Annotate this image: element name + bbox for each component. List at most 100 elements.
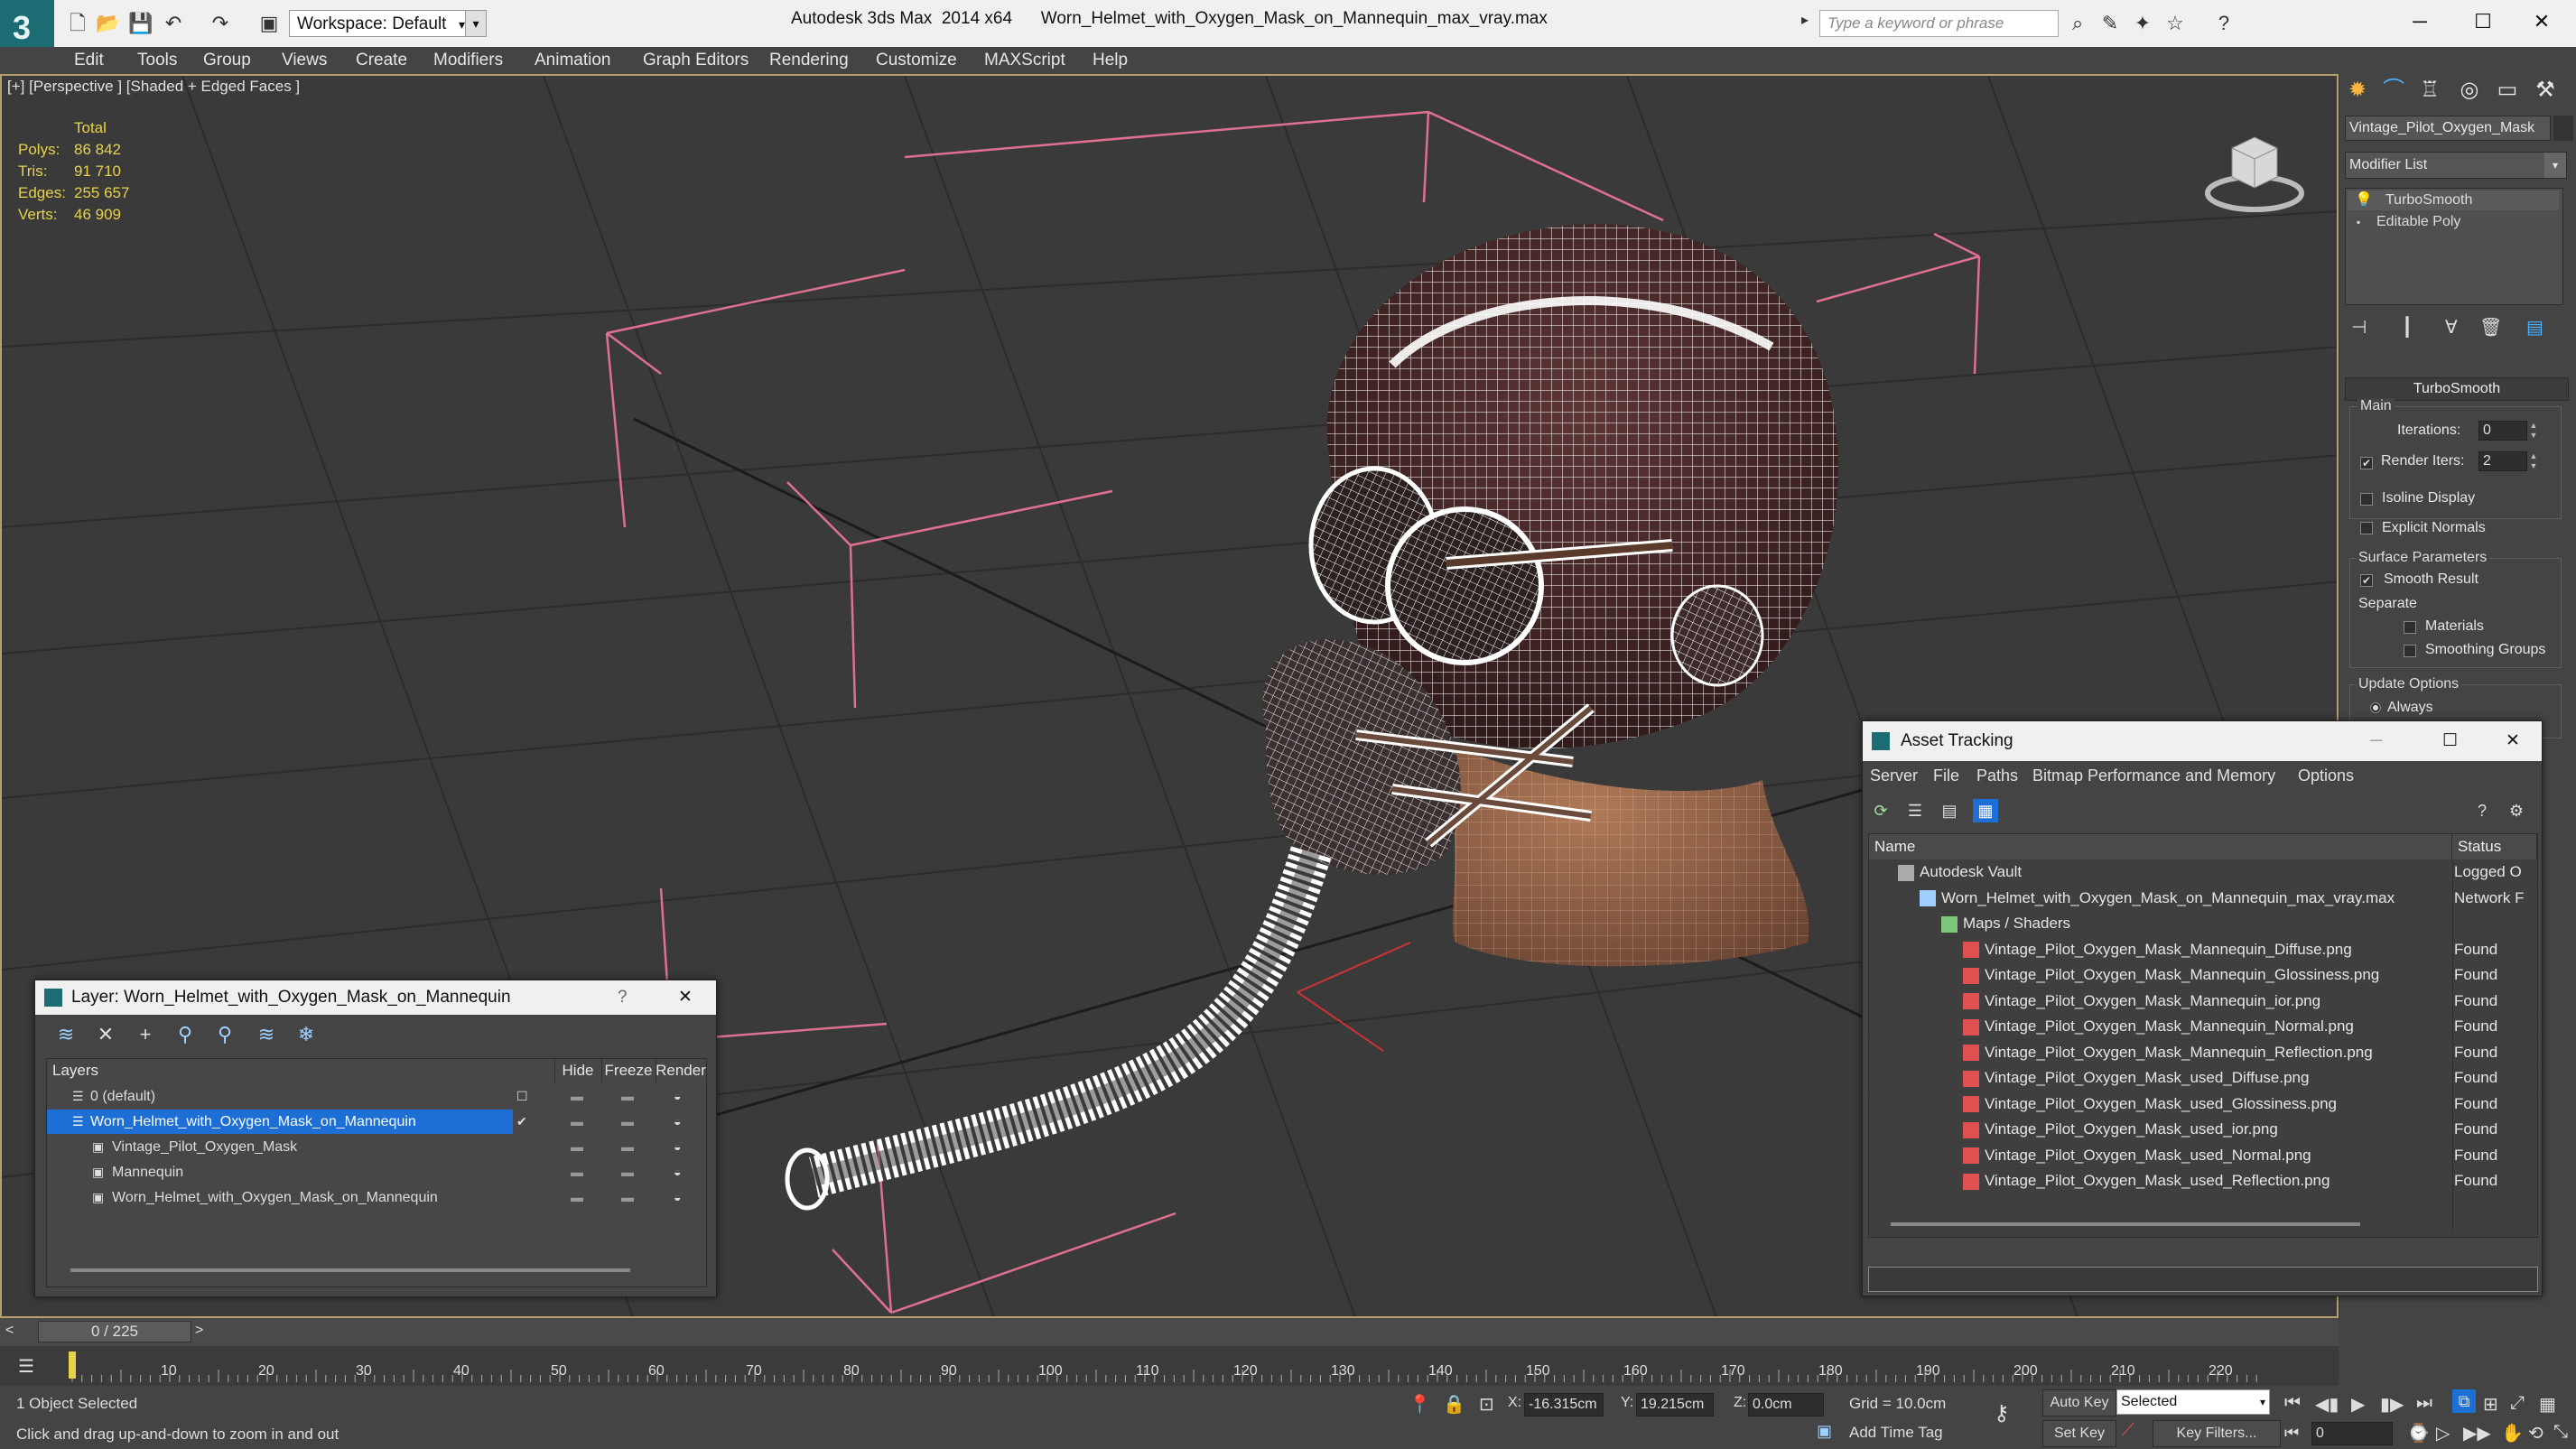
horizontal-scrollbar[interactable]: [1891, 1222, 2360, 1226]
refresh-icon[interactable]: ⟳: [1868, 799, 1893, 822]
time-config-icon[interactable]: ⌚: [2407, 1422, 2430, 1444]
smooth-result-checkbox[interactable]: ✔: [2360, 574, 2373, 587]
track-bar[interactable]: ☰: [0, 1346, 2339, 1386]
list-view-icon[interactable]: ☰: [1902, 799, 1928, 822]
hide-toggle-icon[interactable]: ▬: [571, 1110, 583, 1134]
table-view-icon[interactable]: ▦: [1973, 799, 1998, 822]
asset-row[interactable]: Vintage_Pilot_Oxygen_Mask_Mannequin_Glos…: [1869, 962, 2537, 989]
asset-dialog-titlebar[interactable]: Asset Tracking ─ ☐ ✕: [1863, 721, 2542, 761]
remove-modifier-icon[interactable]: 🗑: [2479, 316, 2502, 339]
orbit-icon[interactable]: ✋: [2501, 1422, 2524, 1444]
y-coordinate-field[interactable]: 19.215cm: [1636, 1393, 1714, 1416]
freeze-toggle-icon[interactable]: ▬: [621, 1135, 634, 1159]
asset-row[interactable]: Vintage_Pilot_Oxygen_Mask_used_Reflectio…: [1869, 1168, 2537, 1194]
spinner-arrows-icon[interactable]: ▲ ▼: [2528, 451, 2539, 471]
pan-icon[interactable]: ▷: [2436, 1422, 2450, 1444]
freeze-toggle-icon[interactable]: ▬: [621, 1160, 634, 1184]
isoline-checkbox[interactable]: [2360, 493, 2373, 506]
next-frame-icon[interactable]: >: [195, 1323, 203, 1339]
zoom-extents-icon[interactable]: ⊞: [2483, 1393, 2498, 1416]
freeze-all-layers-icon[interactable]: ❄: [293, 1022, 319, 1047]
time-tag-icon[interactable]: ▣: [1817, 1422, 1832, 1441]
display-tab-icon[interactable]: ▭: [2490, 74, 2525, 107]
hierarchy-tab-icon[interactable]: ♖: [2413, 74, 2447, 107]
key-mode-icon[interactable]: ⏮: [2284, 1424, 2299, 1443]
asset-row[interactable]: Autodesk Vault Logged O: [1869, 859, 2537, 886]
freeze-toggle-icon[interactable]: ▬: [621, 1185, 634, 1210]
project-folder-icon[interactable]: ▣: [256, 11, 282, 36]
lightbulb-icon[interactable]: 💡: [2355, 190, 2373, 210]
asset-row[interactable]: Maps / Shaders: [1869, 911, 2537, 937]
go-to-start-icon[interactable]: ⏮: [2284, 1393, 2301, 1414]
column-header-hide[interactable]: Hide: [554, 1059, 602, 1082]
key-mode-toggle-icon[interactable]: ⧉: [2452, 1389, 2476, 1413]
column-header-name[interactable]: Name: [1869, 834, 2452, 859]
render-teapot-icon[interactable]: ◒: [674, 1084, 681, 1109]
maximize-icon[interactable]: ☐: [2442, 721, 2458, 761]
iterations-spinner[interactable]: 0: [2478, 421, 2527, 441]
asset-menu-options[interactable]: Options: [2298, 766, 2354, 785]
create-layer-icon[interactable]: ≋: [53, 1022, 79, 1047]
delete-layer-icon[interactable]: ✕: [93, 1022, 118, 1047]
asset-menu-file[interactable]: File: [1933, 766, 1959, 785]
horizontal-scrollbar[interactable]: [70, 1268, 630, 1272]
set-key-mode-icon[interactable]: ⟋: [2122, 1420, 2134, 1441]
minimize-button[interactable]: ─: [2393, 5, 2447, 38]
smoothing-groups-checkbox[interactable]: [2404, 645, 2416, 657]
asset-row[interactable]: Vintage_Pilot_Oxygen_Mask_Mannequin_Norm…: [1869, 1014, 2537, 1040]
asset-path-field[interactable]: [1868, 1267, 2538, 1292]
layer-object-row[interactable]: ▣ Vintage_Pilot_Oxygen_Mask ▬ ▬ ◒: [47, 1135, 706, 1159]
maximize-viewport-icon[interactable]: ⤡: [2553, 1422, 2568, 1443]
redo-icon[interactable]: ↷: [208, 11, 233, 36]
menu-group[interactable]: Group: [203, 47, 251, 74]
render-teapot-icon[interactable]: ◒: [674, 1185, 681, 1210]
render-teapot-icon[interactable]: ◒: [674, 1110, 681, 1134]
render-teapot-icon[interactable]: ◒: [674, 1135, 681, 1159]
close-button[interactable]: ✕: [2515, 5, 2569, 38]
tree-view-icon[interactable]: ▤: [1937, 799, 1962, 822]
menu-edit[interactable]: Edit: [74, 47, 104, 74]
current-frame-marker[interactable]: [69, 1351, 76, 1379]
object-color-swatch[interactable]: [2553, 116, 2573, 141]
viewport-label[interactable]: [+] [Perspective ] [Shaded + Edged Faces…: [7, 78, 300, 96]
layer-row[interactable]: ▾ Worn_Helmet_with_Oxygen_Mask_on_Manneq…: [47, 1110, 706, 1134]
time-slider-track[interactable]: < >: [0, 1319, 2339, 1346]
open-mini-curve-editor-icon[interactable]: ☰: [18, 1355, 34, 1378]
add-time-tag[interactable]: Add Time Tag: [1849, 1424, 1943, 1442]
isolate-icon[interactable]: 📍: [1409, 1393, 1431, 1416]
layer-row[interactable]: ☰ 0 (default) ☐ ▬ ▬ ◒: [47, 1084, 706, 1109]
hide-toggle-icon[interactable]: ▬: [571, 1185, 583, 1210]
asset-row[interactable]: Vintage_Pilot_Oxygen_Mask_used_ior.png Fo…: [1869, 1117, 2537, 1143]
current-layer-checkbox[interactable]: ☐: [516, 1084, 528, 1109]
menu-customize[interactable]: Customize: [876, 47, 957, 74]
render-iters-spinner[interactable]: 2: [2478, 451, 2527, 471]
prev-frame-icon[interactable]: <: [5, 1323, 14, 1339]
absolute-mode-icon[interactable]: ⊡: [1479, 1393, 1494, 1416]
asset-row[interactable]: Vintage_Pilot_Oxygen_Mask_used_Normal.pn…: [1869, 1143, 2537, 1169]
current-frame-field[interactable]: 0: [2311, 1422, 2393, 1445]
motion-tab-icon[interactable]: ◎: [2452, 74, 2487, 107]
menu-rendering[interactable]: Rendering: [769, 47, 849, 74]
render-iters-checkbox[interactable]: ✔: [2360, 457, 2373, 469]
asset-row[interactable]: Vintage_Pilot_Oxygen_Mask_Mannequin_ior.…: [1869, 989, 2537, 1015]
select-layer-objects-icon[interactable]: ⚲: [172, 1022, 198, 1047]
menu-help[interactable]: Help: [1093, 47, 1128, 74]
maximize-button[interactable]: ☐: [2456, 5, 2510, 38]
layer-object-row[interactable]: ▣ Mannequin ▬ ▬ ◒: [47, 1160, 706, 1184]
subscription-icon[interactable]: ✦: [2129, 11, 2156, 36]
object-name-field[interactable]: Vintage_Pilot_Oxygen_Mask: [2345, 116, 2551, 141]
menu-modifiers[interactable]: Modifiers: [433, 47, 503, 74]
hide-toggle-icon[interactable]: ▬: [571, 1135, 583, 1159]
open-file-icon[interactable]: 📂: [96, 11, 121, 36]
menu-views[interactable]: Views: [282, 47, 327, 74]
field-of-view-icon[interactable]: ▦: [2539, 1393, 2556, 1416]
materials-checkbox[interactable]: [2404, 621, 2416, 634]
key-icon[interactable]: ⚷: [1994, 1400, 2010, 1426]
pin-stack-icon[interactable]: ⊣: [2351, 316, 2367, 339]
modify-tab-icon[interactable]: ⌒: [2376, 74, 2411, 107]
selection-set-dropdown[interactable]: Selected ▾: [2116, 1389, 2270, 1415]
undo-icon[interactable]: ↶: [161, 11, 186, 36]
help-icon[interactable]: ?: [618, 980, 628, 1015]
layer-dialog-titlebar[interactable]: Layer: Worn_Helmet_with_Oxygen_Mask_on_M…: [35, 980, 716, 1015]
minimize-icon[interactable]: ─: [2370, 721, 2382, 761]
